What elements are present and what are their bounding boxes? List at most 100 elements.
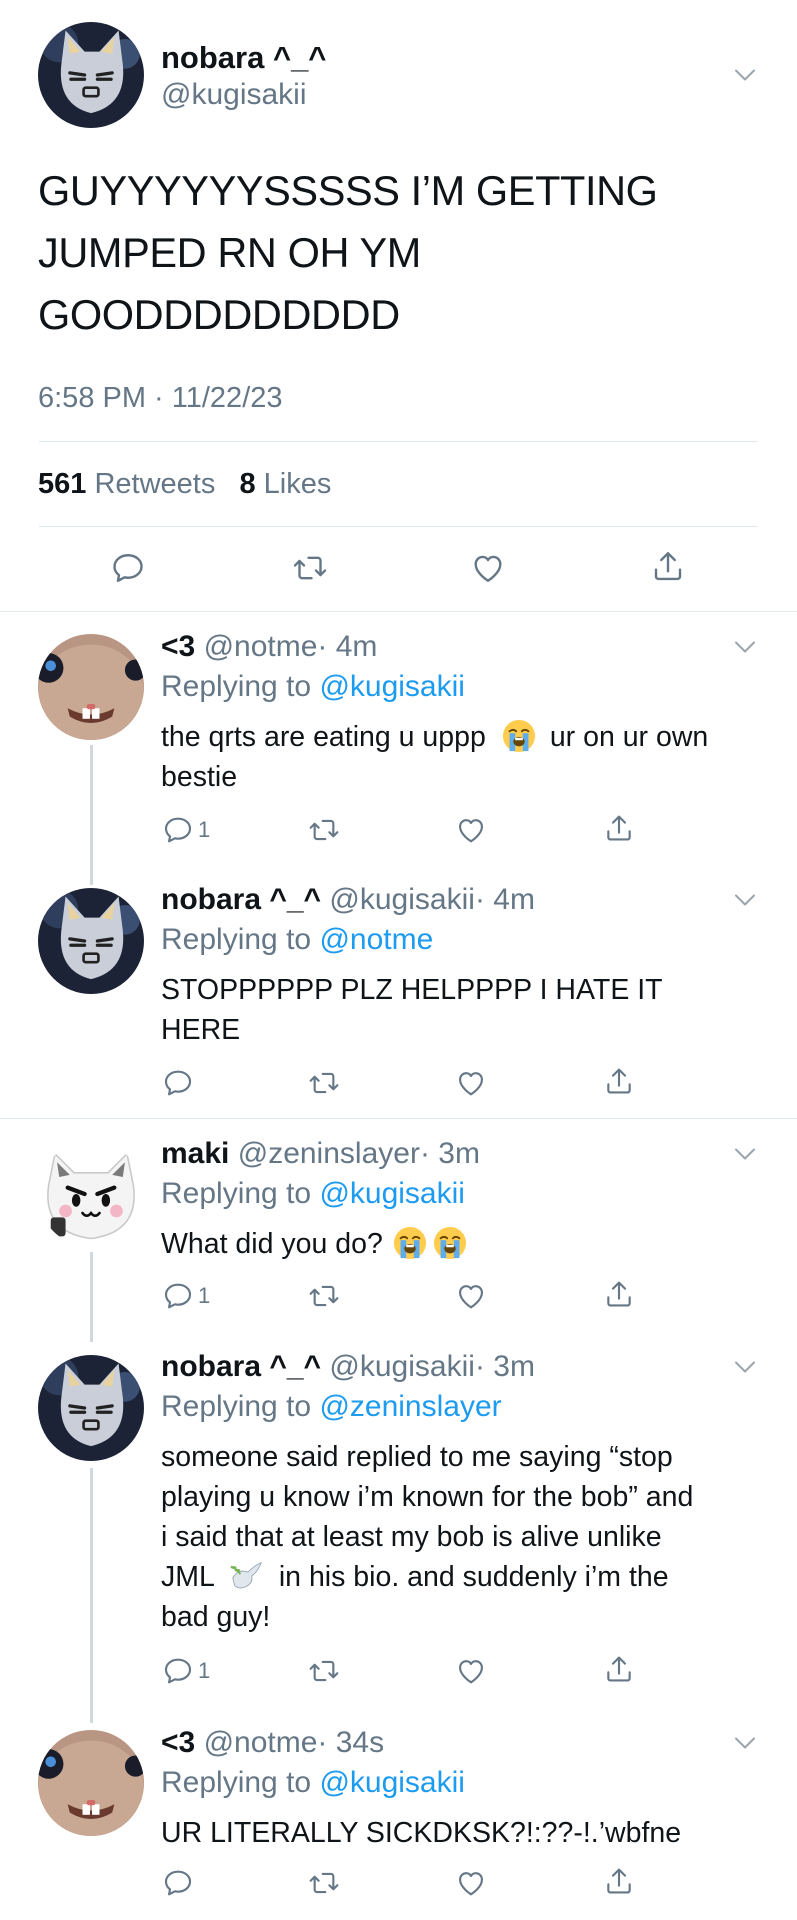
like-count[interactable]: 8 [239,468,255,500]
reply-button[interactable]: 1 [162,814,210,846]
like-button[interactable] [470,550,506,586]
heart-icon [455,1067,487,1099]
reply-icon [162,1655,194,1687]
reply-text-part: bad guy! [161,1601,271,1633]
author-name[interactable]: <3 [161,630,195,663]
heart-icon [455,1280,487,1312]
avatar[interactable] [38,22,144,128]
author-handle[interactable]: @kugisakii [329,1350,475,1383]
reply-text-part: the qrts are eating u uppp [161,721,486,753]
mention-link[interactable]: @zeninslayer [319,1390,501,1423]
retweet-button[interactable] [290,550,330,586]
chevron-down-icon[interactable] [734,893,756,907]
share-icon [603,1278,635,1310]
author-handle[interactable]: @kugisakii [329,883,475,916]
reply-text: someone said replied to me saying “stop … [161,1437,771,1637]
reply-button[interactable] [110,550,146,586]
replying-label: Replying to [161,670,312,703]
share-button[interactable] [603,1865,635,1897]
author-name[interactable]: nobara ^_^ [161,40,326,76]
author-name[interactable]: maki [161,1137,229,1170]
like-button[interactable] [455,1655,487,1687]
thread-line [90,1468,93,1723]
reply-button[interactable] [162,1067,194,1099]
retweet-button[interactable] [306,1867,342,1899]
reply-header: <3 @notme· 4m [161,630,377,664]
share-icon [603,1653,635,1685]
chevron-down-icon[interactable] [734,640,756,654]
retweet-button[interactable] [306,1067,342,1099]
tweet-text: GUYYYYYYSSSSS I’M GETTING JUMPED RN OH Y… [38,160,658,346]
mention-link[interactable]: @kugisakii [319,1766,465,1799]
avatar[interactable] [38,1355,144,1461]
chevron-down-icon[interactable] [734,1360,756,1374]
replying-to: Replying to @notme [161,923,433,957]
share-button[interactable] [603,1065,635,1097]
reply-count: 1 [198,1283,211,1308]
retweet-icon [306,814,342,846]
retweet-button[interactable] [306,814,342,846]
share-icon [650,548,686,584]
reply-header: nobara ^_^ @kugisakii· 3m [161,1350,535,1384]
reply-text-part: in his bio. and suddenly i’m the [278,1561,669,1593]
chevron-down-icon[interactable] [734,1147,756,1161]
author-name[interactable]: nobara ^_^ [161,883,321,916]
reply-text-part: STOPPPPPP PLZ HELPPPP I HATE IT [161,974,663,1006]
retweet-count[interactable]: 561 [38,468,86,500]
timestamp[interactable]: 6:58 PM · 11/22/23 [38,382,283,415]
loudly-crying-face-icon [502,719,536,753]
retweet-label[interactable]: Retweets [94,468,215,500]
author-handle[interactable]: @notme [204,630,318,663]
like-button[interactable] [455,1280,487,1312]
reply-header: <3 @notme· 34s [161,1726,384,1760]
mention-link[interactable]: @notme [319,923,433,956]
share-button[interactable] [603,1653,635,1685]
chevron-down-icon[interactable] [734,1736,756,1750]
author-name[interactable]: nobara ^_^ [161,1350,321,1383]
reply-time[interactable]: · 3m [420,1137,480,1170]
author-handle[interactable]: @kugisakii [161,78,307,112]
like-button[interactable] [455,814,487,846]
like-button[interactable] [455,1867,487,1899]
share-button[interactable] [650,548,686,584]
mention-link[interactable]: @kugisakii [319,1177,465,1210]
retweet-icon [306,1067,342,1099]
mention-link[interactable]: @kugisakii [319,670,465,703]
retweet-button[interactable] [306,1655,342,1687]
chevron-down-icon[interactable] [734,68,756,82]
reply-text: What did you do? [161,1224,761,1264]
reply-text-part: i said that at least my bob is alive unl… [161,1521,662,1553]
reply-time[interactable]: · 4m [317,630,377,663]
heart-icon [470,550,506,586]
avatar[interactable] [38,1141,144,1247]
reply-icon [110,550,146,586]
divider [39,441,758,442]
reply-button[interactable]: 1 [162,1280,210,1312]
reply-time[interactable]: · 34s [317,1726,384,1759]
reply-text-part: HERE [161,1014,241,1046]
share-button[interactable] [603,812,635,844]
reply-text-part: JML [161,1561,215,1593]
share-icon [603,1065,635,1097]
reply-header: maki @zeninslayer· 3m [161,1137,480,1171]
reply-time[interactable]: · 3m [475,1350,535,1383]
reply-time[interactable]: · 4m [475,883,535,916]
reply-button[interactable] [162,1867,194,1899]
reply-button[interactable]: 1 [162,1655,210,1687]
like-label[interactable]: Likes [264,468,332,500]
author-handle[interactable]: @zeninslayer [238,1137,420,1170]
like-button[interactable] [455,1067,487,1099]
share-button[interactable] [603,1278,635,1310]
reply-count: 1 [198,817,211,842]
replying-label: Replying to [161,1766,312,1799]
retweet-icon [306,1280,342,1312]
heart-icon [455,1867,487,1899]
author-name[interactable]: <3 [161,1726,195,1759]
retweet-button[interactable] [306,1280,342,1312]
avatar[interactable] [38,1730,144,1836]
avatar[interactable] [38,888,144,994]
avatar[interactable] [38,634,144,740]
author-handle[interactable]: @notme [204,1726,318,1759]
replying-label: Replying to [161,1177,312,1210]
tweet-text-line: GUYYYYYYSSSSS I’M GETTING [38,167,658,214]
